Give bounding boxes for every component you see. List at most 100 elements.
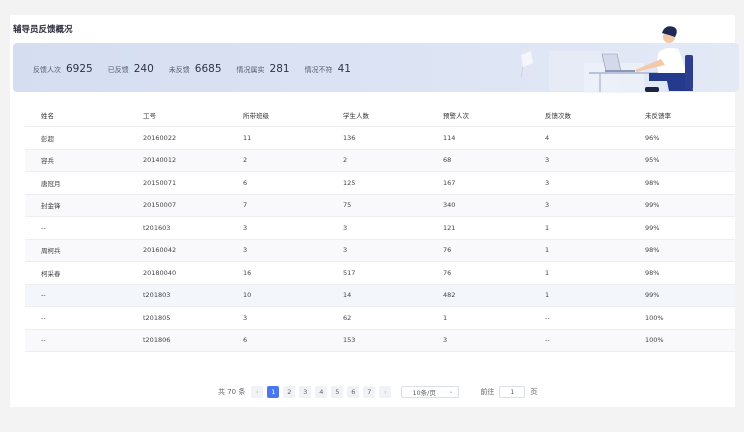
page-button-2[interactable]: 2: [283, 386, 296, 398]
cell-classes: 7: [227, 194, 327, 217]
stat-value: 6925: [66, 63, 93, 75]
cell-classes: 3: [227, 239, 327, 262]
cell-warnings: 482: [427, 284, 529, 307]
cell-name: 封金锋: [25, 194, 127, 217]
cell-warnings: 1: [427, 306, 529, 330]
cell-name: --: [25, 216, 127, 240]
col-header-feedback-count: 反馈次数: [529, 104, 629, 127]
page-button-6[interactable]: 6: [347, 386, 360, 398]
cell-staff-id: 20150007: [127, 194, 227, 217]
col-header-warnings: 预警人次: [427, 104, 529, 127]
cell-warnings: 76: [427, 239, 529, 262]
cell-name: 唐冠月: [25, 171, 127, 195]
stat-value: 41: [337, 63, 351, 75]
stat-label: 未反馈: [168, 66, 190, 74]
col-header-students: 学生人数: [327, 104, 427, 127]
stat-label: 情况不符: [304, 66, 333, 74]
goto-label: 前往: [480, 388, 495, 396]
page-title: 辅导员反馈概况: [13, 25, 73, 35]
cell-staff-id: 20150071: [127, 171, 227, 195]
table-row[interactable]: 周柯兵 20160042 3 3 76 1 98%: [25, 239, 735, 262]
cell-students: 3: [327, 239, 427, 262]
page-button-4[interactable]: 4: [315, 386, 328, 398]
cell-warnings: 167: [427, 171, 529, 195]
table-row[interactable]: -- t201805 3 62 1 -- 100%: [25, 306, 735, 330]
cell-warnings: 121: [427, 216, 529, 240]
stat-value: 6685: [194, 63, 222, 75]
page-button-5[interactable]: 5: [331, 386, 344, 398]
main-card: 辅导员反馈概况 反馈人次 6925 已反馈 240 未反馈 6685 情况属实 …: [10, 15, 739, 407]
page-button-3[interactable]: 3: [299, 386, 312, 398]
goto-page-input[interactable]: [499, 386, 526, 398]
cell-feedback-count: --: [529, 306, 629, 330]
goto-suffix: 页: [530, 388, 538, 396]
cell-feedback-count: 3: [529, 171, 629, 195]
cell-no-feedback-rate: 100%: [629, 306, 735, 330]
cell-staff-id: t201803: [127, 284, 227, 307]
page-size-value: 10条/页: [412, 389, 436, 397]
stat-confirmed: 情况属实 281: [237, 63, 290, 75]
stat-not-replied: 未反馈 6685: [169, 63, 222, 75]
cell-feedback-count: --: [529, 329, 629, 352]
cell-classes: 2: [227, 149, 327, 172]
cell-name: 柯采春: [25, 261, 127, 285]
page-button-7[interactable]: 7: [363, 386, 376, 398]
table-row[interactable]: 唐冠月 20150071 6 125 167 3 98%: [25, 171, 735, 195]
cell-classes: 11: [227, 126, 327, 150]
table-row[interactable]: 容兵 20140012 2 2 68 3 95%: [25, 149, 735, 172]
cell-warnings: 68: [427, 149, 529, 172]
stat-label: 反馈人次: [33, 66, 61, 74]
pagination: 共 70 条 ‹ 1 2 3 4 5 6 7 › 10条/页 ⌄ 前往 页: [218, 386, 537, 398]
prev-page-button[interactable]: ‹: [251, 386, 264, 398]
table-row[interactable]: 彭超 20160022 11 136 114 4 96%: [25, 126, 735, 150]
cell-students: 75: [327, 194, 427, 217]
stat-value: 281: [269, 63, 290, 75]
col-header-classes: 所带班级: [227, 104, 327, 127]
cell-no-feedback-rate: 98%: [629, 239, 735, 262]
cell-staff-id: 20140012: [127, 149, 227, 172]
cell-staff-id: t201603: [127, 216, 227, 240]
page-size-select[interactable]: 10条/页 ⌄: [401, 386, 460, 398]
cell-feedback-count: 3: [529, 194, 629, 217]
cell-feedback-count: 1: [529, 239, 629, 262]
cell-classes: 3: [227, 216, 327, 240]
worker-at-desk-illustration: [520, 26, 693, 93]
cell-feedback-count: 1: [529, 261, 629, 285]
cell-feedback-count: 1: [529, 284, 629, 307]
cell-feedback-count: 1: [529, 216, 629, 240]
cell-students: 125: [327, 171, 427, 195]
next-page-button[interactable]: ›: [379, 386, 392, 398]
table-row-hovered[interactable]: -- t201803 10 14 482 1 99%: [25, 284, 735, 307]
cell-no-feedback-rate: 98%: [629, 171, 735, 195]
page-button-1[interactable]: 1: [267, 386, 280, 398]
cell-students: 2: [327, 149, 427, 172]
cell-name: --: [25, 306, 127, 330]
table-row[interactable]: -- t201603 3 3 121 1 99%: [25, 216, 735, 240]
goto-page: 前往 页: [480, 386, 537, 398]
stats-bar: 反馈人次 6925 已反馈 240 未反馈 6685 情况属实 281 情况不符…: [33, 63, 366, 75]
col-header-name: 姓名: [25, 104, 127, 127]
cell-name: 彭超: [25, 126, 127, 150]
cell-classes: 6: [227, 171, 327, 195]
cell-warnings: 3: [427, 329, 529, 352]
cell-classes: 10: [227, 284, 327, 307]
table-row[interactable]: -- t201806 6 153 3 -- 100%: [25, 329, 735, 352]
cell-warnings: 76: [427, 261, 529, 285]
stat-value: 240: [133, 63, 154, 75]
table-row[interactable]: 柯采春 20180040 16 517 76 1 98%: [25, 261, 735, 285]
cell-students: 14: [327, 284, 427, 307]
cell-no-feedback-rate: 96%: [629, 126, 735, 150]
cell-warnings: 340: [427, 194, 529, 217]
cell-no-feedback-rate: 99%: [629, 284, 735, 307]
cell-name: 周柯兵: [25, 239, 127, 262]
cell-no-feedback-rate: 98%: [629, 261, 735, 285]
cell-feedback-count: 4: [529, 126, 629, 150]
stat-mismatch: 情况不符 41: [305, 63, 351, 75]
cell-warnings: 114: [427, 126, 529, 150]
cell-staff-id: 20160022: [127, 126, 227, 150]
cell-no-feedback-rate: 100%: [629, 329, 735, 352]
stat-label: 情况属实: [236, 66, 265, 74]
summary-banner: 反馈人次 6925 已反馈 240 未反馈 6685 情况属实 281 情况不符…: [13, 26, 739, 93]
table-row[interactable]: 封金锋 20150007 7 75 340 3 99%: [25, 194, 735, 217]
chevron-down-icon: ⌄: [448, 388, 454, 395]
